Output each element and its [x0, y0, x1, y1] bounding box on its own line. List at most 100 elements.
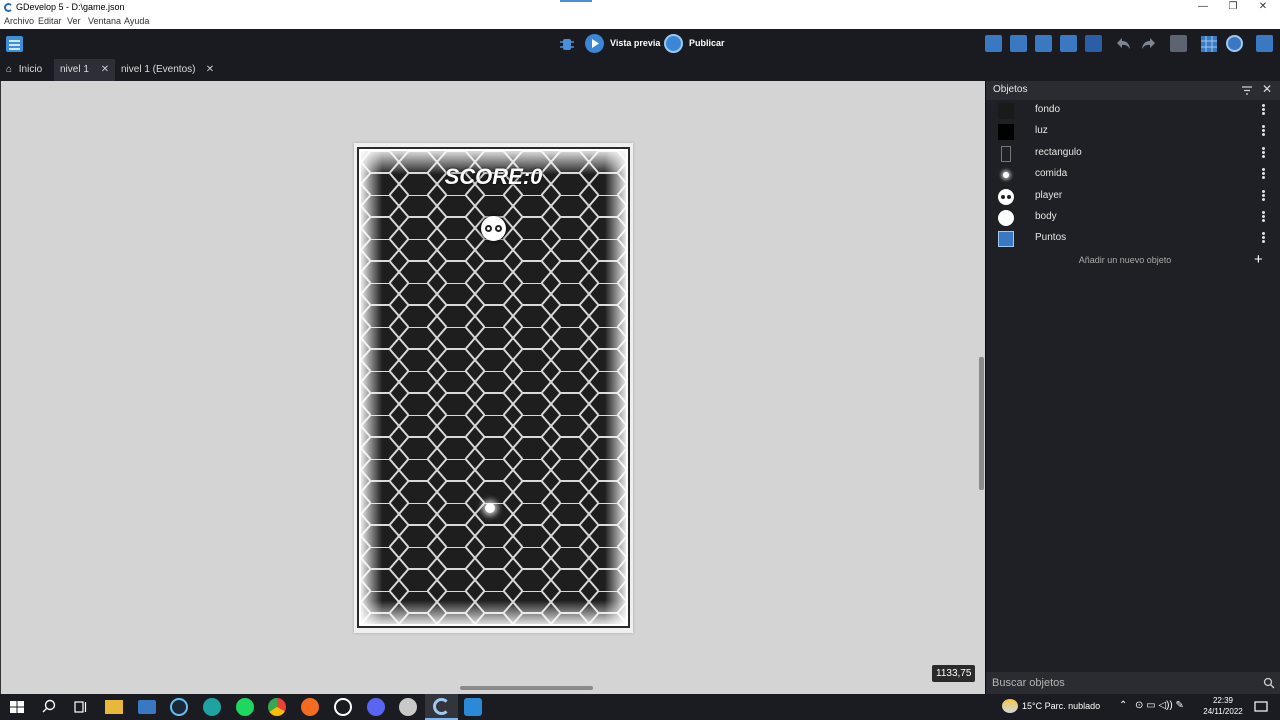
zoom-icon[interactable]	[1226, 35, 1243, 52]
object-item-comida[interactable]: comida	[986, 164, 1280, 185]
layers-icon[interactable]	[1010, 35, 1027, 52]
window-title-bar: GDevelop 5 - D:\game.json — ❐ ✕	[0, 0, 1280, 15]
clock-time[interactable]: 22:39	[1203, 696, 1243, 705]
objects-panel-close-icon[interactable]: ✕	[1262, 82, 1272, 96]
object-menu-icon[interactable]	[1262, 190, 1266, 202]
object-name: rectangulo	[1035, 147, 1082, 158]
tab-inicio-label: Inicio	[18, 64, 43, 75]
undo-icon[interactable]	[1114, 35, 1132, 53]
score-text[interactable]: SCORE:0	[361, 164, 626, 190]
player-thumbnail	[998, 189, 1014, 205]
editor-tabs: ⌂ Inicio nivel 1 ✕ nivel 1 (Eventos) ✕	[0, 59, 1280, 81]
project-manager-icon[interactable]	[6, 36, 23, 52]
minimize-button[interactable]: —	[1188, 0, 1218, 15]
origin-icon[interactable]	[301, 698, 319, 716]
object-item-luz[interactable]: luz	[986, 121, 1280, 142]
menu-ayuda[interactable]: Ayuda	[124, 16, 149, 26]
weather-cloud-icon[interactable]	[1002, 699, 1018, 713]
vertical-scrollbar[interactable]	[979, 357, 984, 490]
object-name: body	[1035, 211, 1057, 222]
title-accent-line	[560, 0, 592, 2]
instances-list-icon[interactable]	[985, 35, 1002, 52]
clock-date[interactable]: 24/11/2022	[1203, 707, 1243, 716]
weather-text[interactable]: 15°C Parc. nublado	[1022, 701, 1100, 711]
filter-icon[interactable]	[1242, 86, 1252, 95]
tab-nivel-1-eventos-close-icon[interactable]: ✕	[204, 59, 216, 81]
copy-windows-icon[interactable]	[1085, 35, 1102, 52]
tab-nivel-1-eventos[interactable]: nivel 1 (Eventos)	[115, 59, 201, 81]
gdevelop-taskbar-button[interactable]	[425, 694, 458, 720]
add-object-row[interactable]: Añadir un nuevo objeto +	[986, 249, 1280, 270]
player-sprite[interactable]	[481, 216, 506, 241]
edge-browser-icon[interactable]	[203, 698, 221, 716]
comida-thumbnail	[1003, 172, 1009, 178]
object-menu-icon[interactable]	[1262, 104, 1266, 116]
discord-icon[interactable]	[367, 698, 385, 716]
search-objects-input[interactable]	[992, 676, 1252, 690]
object-menu-icon[interactable]	[1262, 125, 1266, 137]
app-icon[interactable]	[399, 698, 417, 716]
gdevelop-taskbar-icon	[433, 698, 450, 715]
mail-icon[interactable]	[138, 700, 156, 714]
luz-thumbnail	[998, 124, 1014, 140]
add-object-plus-icon[interactable]: +	[1254, 251, 1263, 268]
object-menu-icon[interactable]	[1262, 211, 1266, 223]
task-view-icon[interactable]	[72, 698, 90, 716]
horizontal-scrollbar[interactable]	[460, 686, 593, 690]
add-object-label[interactable]: Añadir un nuevo objeto	[986, 255, 1264, 265]
food-sprite[interactable]	[485, 503, 495, 513]
scene-settings-icon[interactable]	[1256, 35, 1273, 52]
vscode-icon[interactable]	[464, 698, 482, 716]
object-name: fondo	[1035, 104, 1061, 115]
player-right-eye	[495, 225, 502, 232]
object-item-player[interactable]: player	[986, 186, 1280, 207]
taskbar-search-icon[interactable]	[40, 698, 58, 716]
objects-panel-header: Objetos ✕	[986, 81, 1280, 100]
spotify-icon[interactable]	[236, 698, 254, 716]
home-icon: ⌂	[6, 64, 13, 75]
close-button[interactable]: ✕	[1248, 0, 1278, 15]
gdevelop-logo-icon	[4, 3, 13, 12]
body-thumbnail	[998, 210, 1014, 226]
tab-nivel-1-close-icon[interactable]: ✕	[99, 59, 111, 81]
menu-ventana[interactable]: Ventana	[88, 16, 121, 26]
game-background[interactable]: SCORE:0	[361, 151, 626, 624]
tray-icons[interactable]: ⊙ ▭ ◁)) ✎	[1135, 700, 1184, 711]
notifications-icon[interactable]	[1252, 698, 1270, 716]
object-menu-icon[interactable]	[1262, 168, 1266, 180]
maximize-button[interactable]: ❐	[1218, 0, 1248, 15]
object-item-body[interactable]: body	[986, 207, 1280, 228]
preview-label[interactable]: Vista previa	[610, 38, 660, 48]
windows-start-icon[interactable]	[8, 698, 26, 716]
publish-label[interactable]: Publicar	[689, 38, 725, 48]
scene-canvas[interactable]: SCORE:0 1133,75	[0, 81, 985, 694]
debug-bug-icon[interactable]	[558, 35, 576, 53]
object-menu-icon[interactable]	[1262, 147, 1266, 159]
menu-archivo[interactable]: Archivo	[4, 16, 34, 26]
object-menu-icon[interactable]	[1262, 232, 1266, 244]
screenshot-icon[interactable]	[1170, 35, 1187, 52]
rectangulo-thumbnail	[1001, 146, 1011, 162]
edit-properties-icon[interactable]	[1035, 35, 1052, 52]
cursor-coordinates: 1133,75	[932, 665, 976, 682]
obs-icon[interactable]	[334, 698, 352, 716]
chrome-icon[interactable]	[268, 698, 286, 716]
menu-ver[interactable]: Ver	[67, 16, 81, 26]
object-groups-icon[interactable]	[1060, 35, 1077, 52]
object-item-rectangulo[interactable]: rectangulo	[986, 143, 1280, 164]
preview-play-icon[interactable]	[585, 34, 604, 53]
menu-editar[interactable]: Editar	[38, 16, 62, 26]
object-item-puntos[interactable]: Puntos	[986, 228, 1280, 249]
steam-icon[interactable]	[170, 698, 188, 716]
object-item-fondo[interactable]: fondo	[986, 100, 1280, 121]
publish-globe-icon[interactable]	[664, 34, 683, 53]
tab-nivel-1-label: nivel 1	[60, 64, 89, 75]
game-border: SCORE:0	[357, 147, 630, 628]
grid-icon[interactable]	[1200, 35, 1218, 53]
tray-chevron-icon[interactable]: ⌃	[1119, 700, 1127, 711]
file-explorer-icon[interactable]	[105, 700, 123, 714]
tab-inicio[interactable]: ⌂ Inicio	[0, 59, 48, 81]
search-icon[interactable]	[1263, 677, 1275, 689]
redo-icon[interactable]	[1140, 35, 1158, 53]
object-search-bar	[986, 672, 1280, 694]
